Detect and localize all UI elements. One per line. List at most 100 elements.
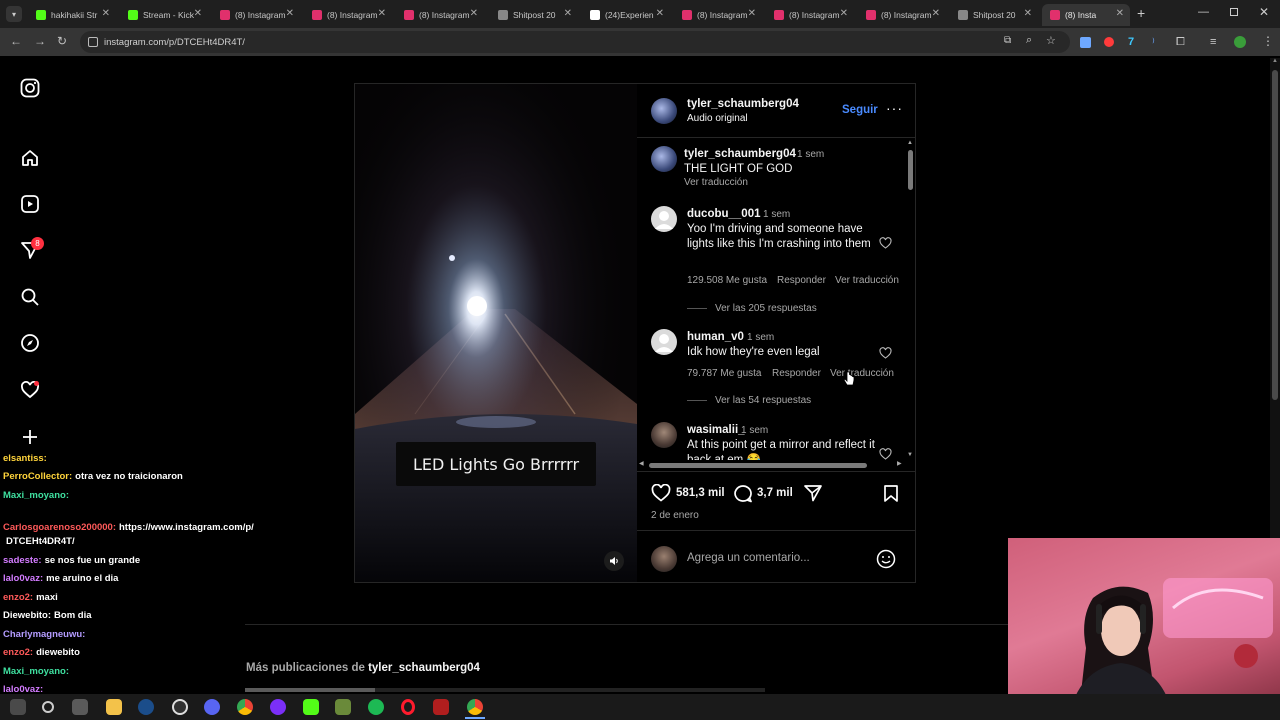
back-icon[interactable]: ←: [10, 34, 22, 48]
author-username[interactable]: tyler_schaumberg04: [687, 98, 799, 110]
comment-like-icon[interactable]: [879, 447, 892, 460]
mute-button[interactable]: [604, 551, 624, 571]
view-replies-button[interactable]: Ver las 205 respuestas: [715, 303, 817, 314]
author-avatar[interactable]: [651, 98, 677, 124]
comment-avatar[interactable]: [651, 422, 677, 448]
extensions-puzzle-icon[interactable]: ⧠: [1176, 36, 1185, 49]
scroll-down-arrow[interactable]: ▼: [907, 452, 913, 458]
comment-like-icon[interactable]: [879, 346, 892, 364]
vertical-scrollbar[interactable]: ▲ ▼: [907, 140, 913, 462]
browser-tab[interactable]: (8) Instagram ✕: [674, 4, 762, 26]
comment-avatar[interactable]: [651, 329, 677, 355]
chrome-active-icon[interactable]: [467, 699, 483, 715]
chat-username[interactable]: Carlosgoarenoso200000:: [3, 522, 116, 533]
canva-icon[interactable]: [270, 699, 286, 715]
reels-icon[interactable]: [18, 192, 42, 216]
browser-tab[interactable]: Shitpost 20 ✕: [950, 4, 1038, 26]
chat-username[interactable]: Maxi_moyano:: [3, 666, 69, 677]
comment-translate-link[interactable]: Ver traducción: [835, 275, 899, 286]
like-count[interactable]: 581,3 mil: [676, 487, 725, 499]
comment-reply-button[interactable]: Responder: [777, 275, 826, 286]
browser-tab[interactable]: Stream - Kick ✕: [120, 4, 208, 26]
extension-icon[interactable]: [1080, 37, 1091, 48]
search-icon[interactable]: [18, 285, 42, 309]
tab-close-icon[interactable]: ✕: [378, 8, 386, 19]
browser-tab[interactable]: (8) Instagram ✕: [766, 4, 854, 26]
browser-tab[interactable]: hakihakii Str ✕: [28, 4, 116, 26]
profile-avatar[interactable]: [1234, 36, 1246, 48]
share-icon[interactable]: [803, 484, 823, 507]
extension-icon[interactable]: ⁾: [1152, 36, 1155, 49]
explore-icon[interactable]: [18, 331, 42, 355]
comment-avatar[interactable]: [651, 206, 677, 232]
chat-username[interactable]: PerroCollector:: [3, 471, 72, 482]
tab-close-icon[interactable]: ✕: [656, 8, 664, 19]
tab-close-icon[interactable]: ✕: [194, 8, 202, 19]
chrome-icon[interactable]: [237, 699, 253, 715]
comment-likes[interactable]: 129.508 Me gusta: [687, 275, 767, 286]
reel-video[interactable]: LED Lights Go Brrrrrr: [355, 84, 637, 582]
home-icon[interactable]: [18, 146, 42, 170]
kick-icon[interactable]: [303, 699, 319, 715]
comments-list[interactable]: tyler_schaumberg04 1 sem THE LIGHT OF GO…: [637, 138, 915, 460]
install-icon[interactable]: ⧉: [1004, 35, 1011, 46]
comment-username[interactable]: ducobu__001: [687, 208, 761, 220]
page-scroll-up-arrow[interactable]: ▲: [1272, 58, 1278, 64]
site-info-icon[interactable]: [88, 37, 98, 47]
scroll-up-arrow[interactable]: ▲: [907, 140, 913, 146]
instagram-logo-icon[interactable]: [18, 76, 42, 100]
tab-close-icon[interactable]: ✕: [748, 8, 756, 19]
chat-username[interactable]: elsantiss:: [3, 453, 47, 464]
scroll-thumb[interactable]: [908, 150, 913, 190]
menu-icon[interactable]: ⋮: [1262, 34, 1274, 48]
start-icon[interactable]: [10, 699, 26, 715]
task-view-icon[interactable]: [72, 699, 88, 715]
caption-username[interactable]: tyler_schaumberg04: [684, 148, 796, 160]
notifications-heart-icon[interactable]: [18, 378, 42, 402]
messages-icon[interactable]: 8: [18, 237, 44, 262]
scroll-thumb[interactable]: [649, 463, 867, 468]
chat-username[interactable]: enzo2:: [3, 647, 33, 658]
more-options-icon[interactable]: ···: [886, 100, 903, 116]
browser-tab[interactable]: (8) Insta ✕: [1042, 4, 1130, 26]
restore-icon[interactable]: [1230, 8, 1238, 16]
comment-count[interactable]: 3,7 mil: [757, 487, 793, 499]
voicemeeter-icon[interactable]: [433, 699, 449, 715]
tab-search-icon[interactable]: ▾: [6, 6, 22, 22]
extension-icon[interactable]: [1104, 37, 1114, 47]
chat-username[interactable]: sadeste:: [3, 555, 42, 566]
minimize-icon[interactable]: —: [1198, 6, 1209, 18]
comment-input[interactable]: Agrega un comentario...: [687, 552, 810, 564]
file-explorer-icon[interactable]: [106, 699, 122, 715]
opera-icon[interactable]: [401, 699, 415, 715]
create-icon[interactable]: [18, 425, 42, 449]
tab-close-icon[interactable]: ✕: [564, 8, 572, 19]
reading-list-icon[interactable]: ≡: [1210, 36, 1216, 48]
caption-translate-link[interactable]: Ver traducción: [684, 177, 748, 188]
comment-username[interactable]: human_v0: [687, 331, 744, 343]
chat-username[interactable]: Charlymagneuwu:: [3, 629, 85, 640]
obs-icon[interactable]: [172, 699, 188, 715]
scroll-right-arrow[interactable]: ▶: [897, 460, 902, 467]
tab-close-icon[interactable]: ✕: [1116, 8, 1124, 19]
browser-tab[interactable]: (8) Instagram ✕: [858, 4, 946, 26]
forward-icon[interactable]: →: [34, 34, 46, 48]
post-date[interactable]: 2 de enero: [651, 510, 699, 521]
extension-icon[interactable]: 7: [1128, 36, 1134, 48]
browser-tab[interactable]: (8) Instagram ✕: [304, 4, 392, 26]
emoji-icon[interactable]: [876, 549, 896, 574]
comment-translate-link[interactable]: Ver traducción: [830, 368, 894, 379]
scroll-left-arrow[interactable]: ◀: [639, 460, 644, 467]
browser-tab[interactable]: Shitpost 20 ✕: [490, 4, 578, 26]
tab-close-icon[interactable]: ✕: [932, 8, 940, 19]
address-bar[interactable]: instagram.com/p/DTCEHt4DR4T/ ⧉ ⌕ ☆: [80, 31, 1070, 53]
discord-icon[interactable]: [204, 699, 220, 715]
chat-username[interactable]: Maxi_moyano:: [3, 490, 69, 501]
like-icon[interactable]: [651, 483, 671, 507]
new-tab-icon[interactable]: +: [1137, 5, 1145, 21]
tab-close-icon[interactable]: ✕: [840, 8, 848, 19]
minecraft-icon[interactable]: [335, 699, 351, 715]
browser-tab[interactable]: (8) Instagram ✕: [212, 4, 300, 26]
horizontal-scrollbar[interactable]: ◀ ▶: [639, 460, 905, 469]
page-scroll-thumb[interactable]: [1272, 70, 1278, 400]
